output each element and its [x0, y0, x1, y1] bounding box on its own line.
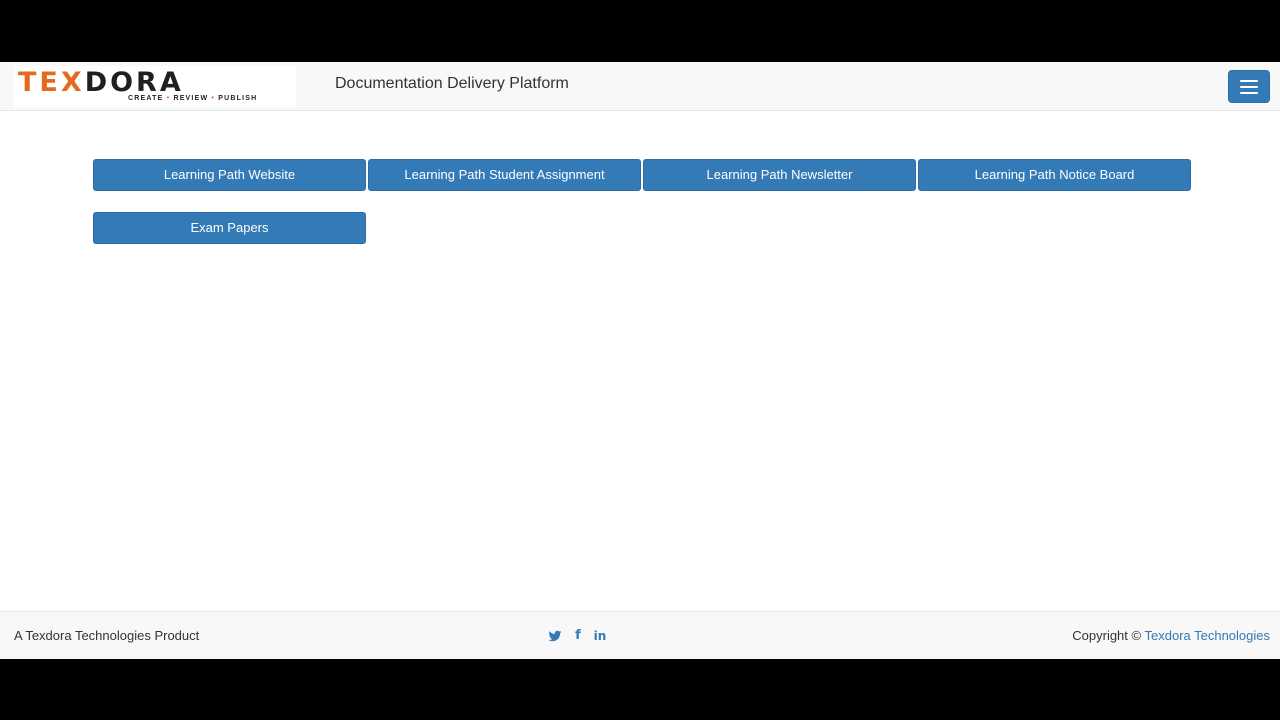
twitter-icon[interactable] [548, 627, 562, 645]
menu-toggle-button[interactable] [1228, 70, 1270, 103]
footer-copyright: Copyright © Texdora Technologies [1072, 628, 1270, 644]
learning-path-student-assignment-button[interactable]: Learning Path Student Assignment [368, 159, 641, 191]
letterbox-top [0, 0, 1280, 62]
navbar: TEXDORA CREATE • REVIEW • PUBLISH Docume… [0, 62, 1280, 111]
texdora-technologies-link[interactable]: Texdora Technologies [1144, 628, 1270, 643]
footer: A Texdora Technologies Product f in Copy… [0, 611, 1280, 659]
page-title: Documentation Delivery Platform [335, 75, 569, 92]
app-viewport: TEXDORA CREATE • REVIEW • PUBLISH Docume… [0, 62, 1280, 659]
learning-path-notice-board-button[interactable]: Learning Path Notice Board [918, 159, 1191, 191]
copyright-prefix: Copyright © [1072, 628, 1142, 643]
logo-wordmark: TEXDORA [18, 67, 184, 98]
logo-tagline: CREATE • REVIEW • PUBLISH [128, 95, 258, 102]
learning-path-newsletter-button[interactable]: Learning Path Newsletter [643, 159, 916, 191]
footer-product-text: A Texdora Technologies Product [14, 628, 200, 643]
linkedin-icon[interactable]: in [592, 627, 608, 645]
facebook-icon[interactable]: f [572, 627, 584, 645]
exam-papers-button[interactable]: Exam Papers [93, 212, 366, 244]
brand-logo[interactable]: TEXDORA CREATE • REVIEW • PUBLISH [14, 66, 296, 108]
learning-path-website-button[interactable]: Learning Path Website [93, 159, 366, 191]
letterbox-bottom [0, 659, 1280, 720]
